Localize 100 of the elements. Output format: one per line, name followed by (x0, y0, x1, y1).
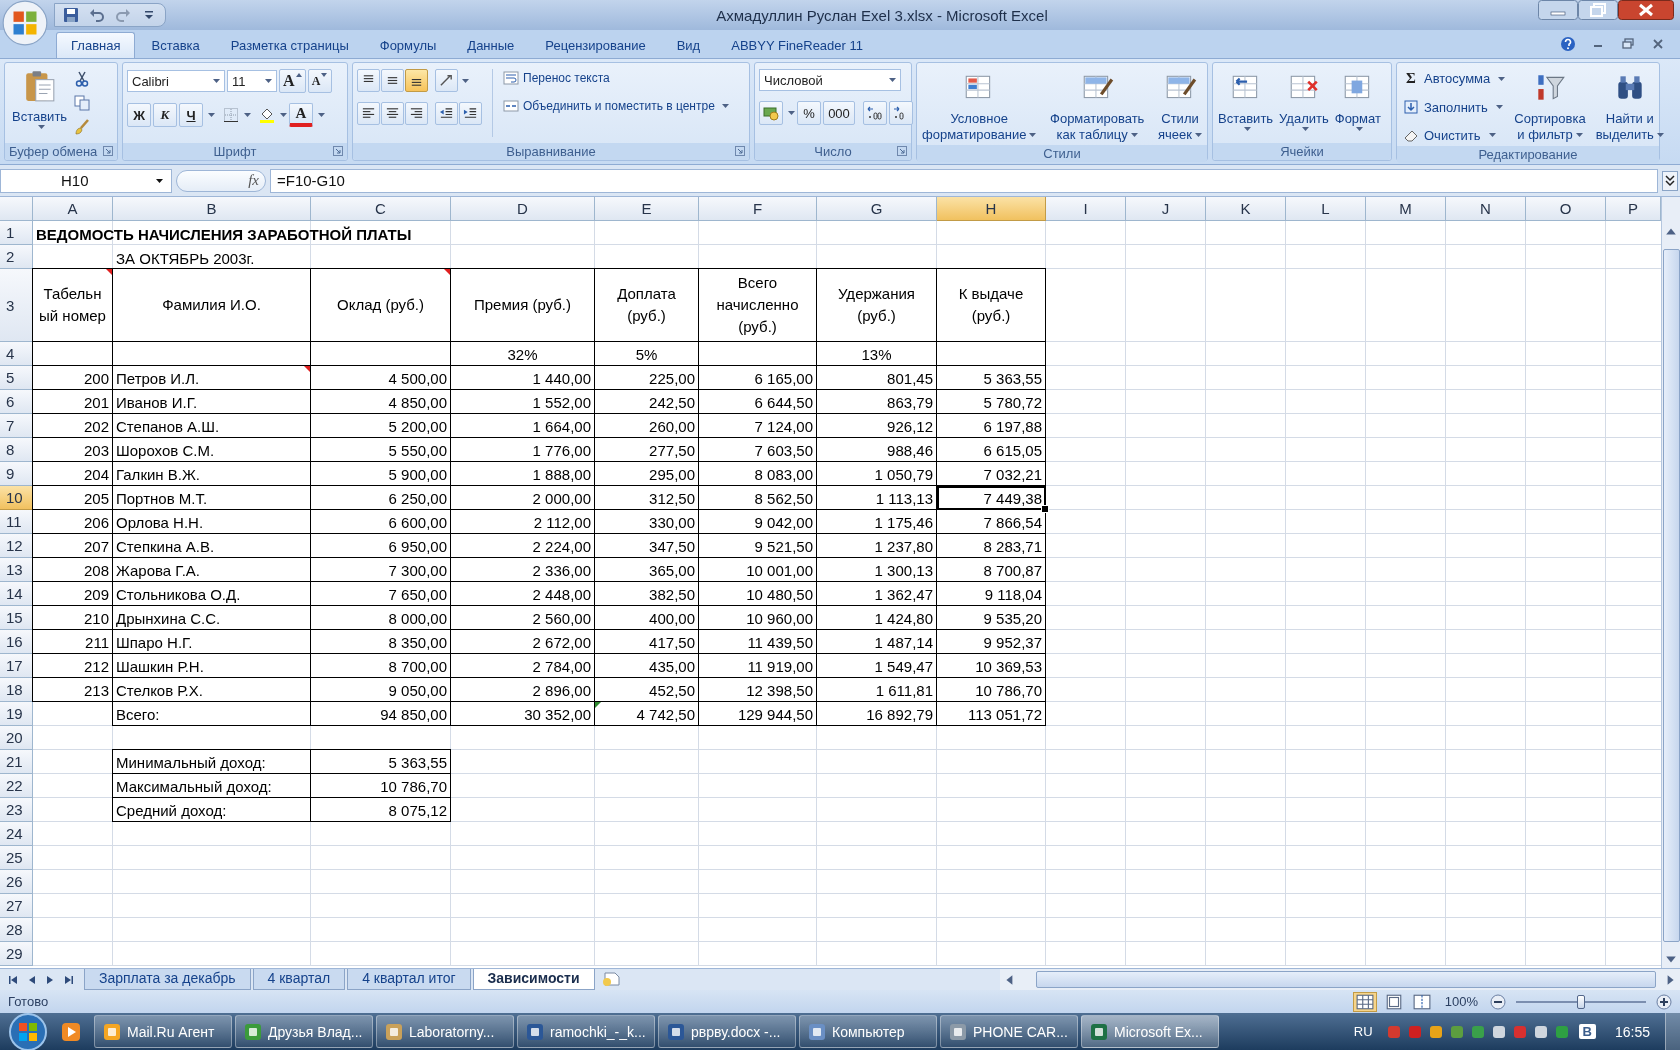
column-header[interactable]: L (1286, 197, 1366, 221)
currency-icon[interactable] (759, 101, 783, 125)
expand-icon[interactable] (1662, 170, 1678, 191)
scissors-icon[interactable] (74, 71, 91, 87)
vertical-align-icon[interactable] (381, 69, 404, 92)
column-header[interactable]: D (451, 197, 595, 221)
column-header[interactable]: G (817, 197, 937, 221)
paste-button[interactable]: Вставить (9, 67, 71, 131)
column-header[interactable]: A (33, 197, 113, 221)
row-header[interactable]: 19 (0, 702, 33, 726)
sheet-tab[interactable]: 4 квартал итог (347, 969, 471, 990)
caret-icon[interactable] (208, 113, 215, 117)
ribbon-button[interactable]: Заполнить (1401, 96, 1508, 118)
ribbon-tab[interactable]: Вставка (136, 32, 215, 58)
media-player-icon[interactable] (61, 1021, 81, 1042)
dialog-launcher-icon[interactable] (735, 146, 745, 156)
font-size-field[interactable]: 11 (227, 70, 277, 92)
undo-icon[interactable] (89, 7, 105, 23)
sheet-nav-icon[interactable] (62, 973, 74, 986)
horizontal-scrollbar[interactable] (1000, 969, 1680, 990)
row-header[interactable]: 15 (0, 606, 33, 630)
row-header[interactable]: 22 (0, 774, 33, 798)
ribbon-button[interactable]: Сортировка и фильтр (1511, 67, 1589, 145)
function-button[interactable]: fx (248, 172, 259, 189)
copy-icon[interactable] (74, 95, 91, 111)
ribbon-button[interactable]: Стили ячеек (1157, 67, 1203, 145)
wrap-text-button[interactable]: Перенос текста (503, 69, 729, 87)
column-header[interactable]: M (1366, 197, 1446, 221)
row-header[interactable]: 24 (0, 822, 33, 846)
page-break-icon[interactable] (1410, 992, 1433, 1011)
underline-button[interactable]: Ч (179, 103, 203, 127)
borders-icon[interactable] (223, 107, 239, 123)
zoom-in-icon[interactable] (1656, 993, 1672, 1010)
row-header[interactable]: 1 (0, 221, 33, 245)
increase-decimal-icon[interactable] (863, 101, 887, 125)
ribbon-tab[interactable]: Формулы (364, 32, 452, 58)
sheet-tab[interactable]: Зависимости (472, 969, 595, 990)
zoom-out-icon[interactable] (1490, 993, 1506, 1010)
tray-icon[interactable] (1427, 1023, 1444, 1040)
caret-icon[interactable] (280, 113, 287, 117)
row-header[interactable]: 2 (0, 245, 33, 269)
column-header[interactable]: H (937, 197, 1046, 221)
row-header[interactable]: 10 (0, 486, 33, 510)
caret-icon[interactable] (788, 111, 795, 115)
decrease-indent-icon[interactable] (435, 102, 458, 125)
taskbar-button[interactable]: Друзья Влад... (235, 1015, 373, 1048)
zoom-level[interactable]: 100% (1444, 994, 1478, 1009)
row-header[interactable]: 4 (0, 342, 33, 366)
taskbar-button[interactable]: Mail.Ru Агент (94, 1015, 232, 1048)
sheet-nav-icon[interactable] (8, 973, 20, 986)
row-header[interactable]: 5 (0, 366, 33, 390)
ribbon-tab[interactable]: Рецензирование (530, 32, 661, 58)
close-button[interactable] (1618, 0, 1674, 20)
number-format-field[interactable]: Числовой (759, 69, 901, 91)
ribbon-tab[interactable]: ABBYY FineReader 11 (716, 32, 878, 58)
row-header[interactable]: 8 (0, 438, 33, 462)
row-header[interactable]: 18 (0, 678, 33, 702)
fill-handle[interactable] (1041, 505, 1049, 513)
taskbar-button[interactable]: рврву.docx -... (658, 1015, 796, 1048)
decrease-decimal-icon[interactable] (889, 101, 913, 125)
column-header[interactable]: P (1606, 197, 1661, 221)
row-header[interactable]: 27 (0, 894, 33, 918)
ribbon-button[interactable]: Условное форматирование (921, 67, 1038, 145)
formula-field[interactable]: =F10-G10 (270, 168, 1658, 193)
minimize-button[interactable] (1538, 0, 1578, 20)
column-header[interactable]: F (699, 197, 817, 221)
row-header[interactable]: 12 (0, 534, 33, 558)
ribbon-tab[interactable]: Вид (661, 32, 716, 58)
dialog-launcher-icon[interactable] (333, 146, 343, 156)
row-header[interactable]: 11 (0, 510, 33, 534)
column-header[interactable]: C (311, 197, 451, 221)
sheet-tab[interactable]: 4 квартал (252, 969, 346, 990)
row-header[interactable]: 16 (0, 630, 33, 654)
name-box[interactable]: H10 (0, 168, 172, 193)
font-name-field[interactable]: Calibri (127, 70, 225, 92)
ribbon-button[interactable]: Очистить (1401, 124, 1508, 146)
normal-view-icon[interactable] (1352, 991, 1377, 1012)
maximize-button[interactable] (1578, 0, 1618, 20)
percent-button[interactable]: % (797, 101, 821, 125)
thousands-button[interactable]: 000 (823, 101, 855, 125)
italic-button[interactable]: К (153, 103, 177, 127)
row-header[interactable]: 7 (0, 414, 33, 438)
column-header[interactable]: B (113, 197, 311, 221)
fill-color-icon[interactable] (259, 107, 275, 123)
taskbar-button[interactable]: Компьютер (799, 1015, 937, 1048)
column-header[interactable]: E (595, 197, 699, 221)
row-header[interactable]: 6 (0, 390, 33, 414)
dialog-launcher-icon[interactable] (897, 146, 907, 156)
start-button[interactable] (8, 1011, 48, 1050)
ribbon-tab[interactable]: Главная (56, 32, 136, 58)
clock[interactable]: 16:55 (1614, 1023, 1650, 1040)
row-header[interactable]: 29 (0, 942, 33, 966)
caret-icon[interactable] (244, 113, 251, 117)
ribbon-button[interactable]: Удалить (1278, 67, 1330, 133)
align-icon[interactable] (405, 102, 428, 125)
column-header[interactable]: K (1206, 197, 1286, 221)
tray-badge[interactable]: B (1578, 1024, 1596, 1039)
increase-indent-icon[interactable] (459, 102, 482, 125)
ribbon-button[interactable]: Формат (1333, 67, 1382, 133)
orientation-icon[interactable] (435, 69, 458, 92)
